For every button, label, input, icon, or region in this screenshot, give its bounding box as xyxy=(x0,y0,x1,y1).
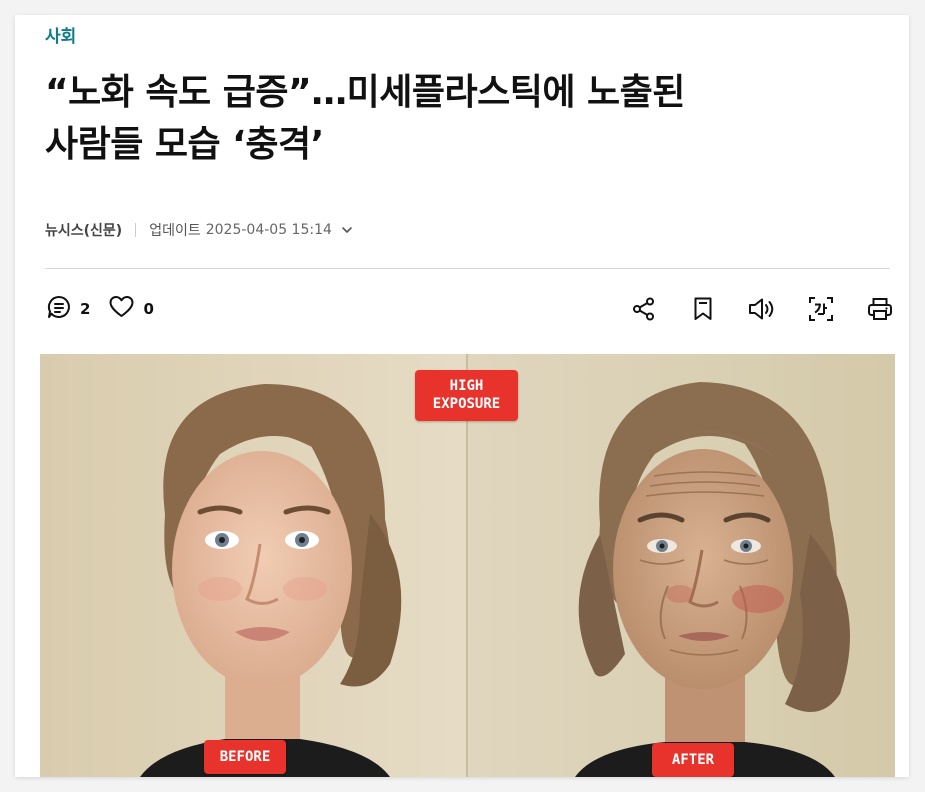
high-exposure-tag-line2: EXPOSURE xyxy=(432,396,501,412)
section-label[interactable]: 사회 xyxy=(45,22,76,47)
before-tag: BEFORE xyxy=(204,740,286,774)
high-exposure-tag-line1: HIGH xyxy=(449,378,484,394)
share-icon[interactable] xyxy=(629,295,659,323)
updated-label: 업데이트 xyxy=(149,223,201,239)
high-exposure-tag: HIGH EXPOSURE xyxy=(415,370,518,421)
text-size-icon[interactable] xyxy=(806,295,836,323)
speaker-icon[interactable] xyxy=(747,295,777,323)
comment-count[interactable]: 2 xyxy=(80,300,90,318)
headline-line-2: 사람들 모습 ‘충격’ xyxy=(45,124,324,165)
article-toolbar xyxy=(629,295,895,323)
article-meta: 뉴시스(신문) 업데이트 2025-04-05 15:14 xyxy=(45,220,353,240)
divider xyxy=(45,268,890,269)
reaction-bar: 2 0 xyxy=(46,295,172,323)
press-name[interactable]: 뉴시스(신문) xyxy=(45,220,122,240)
article-headline: “노화 속도 급증”…미세플라스틱에 노출된 사람들 모습 ‘충격’ xyxy=(45,67,845,171)
after-tag: AFTER xyxy=(652,743,734,777)
updated-time: 2025-04-05 15:14 xyxy=(205,222,332,238)
comment-icon[interactable] xyxy=(46,294,72,324)
headline-line-1: “노화 속도 급증”…미세플라스틱에 노출된 xyxy=(45,72,685,113)
bookmark-icon[interactable] xyxy=(688,295,718,323)
meta-divider xyxy=(135,223,137,237)
print-icon[interactable] xyxy=(865,295,895,323)
article-photo[interactable]: HIGH EXPOSURE BEFORE AFTER xyxy=(40,354,895,777)
heart-icon[interactable] xyxy=(108,294,135,324)
like-count[interactable]: 0 xyxy=(143,300,153,318)
chevron-down-icon[interactable] xyxy=(341,224,353,236)
article-card: 사회 “노화 속도 급증”…미세플라스틱에 노출된 사람들 모습 ‘충격’ 뉴시… xyxy=(15,15,909,777)
